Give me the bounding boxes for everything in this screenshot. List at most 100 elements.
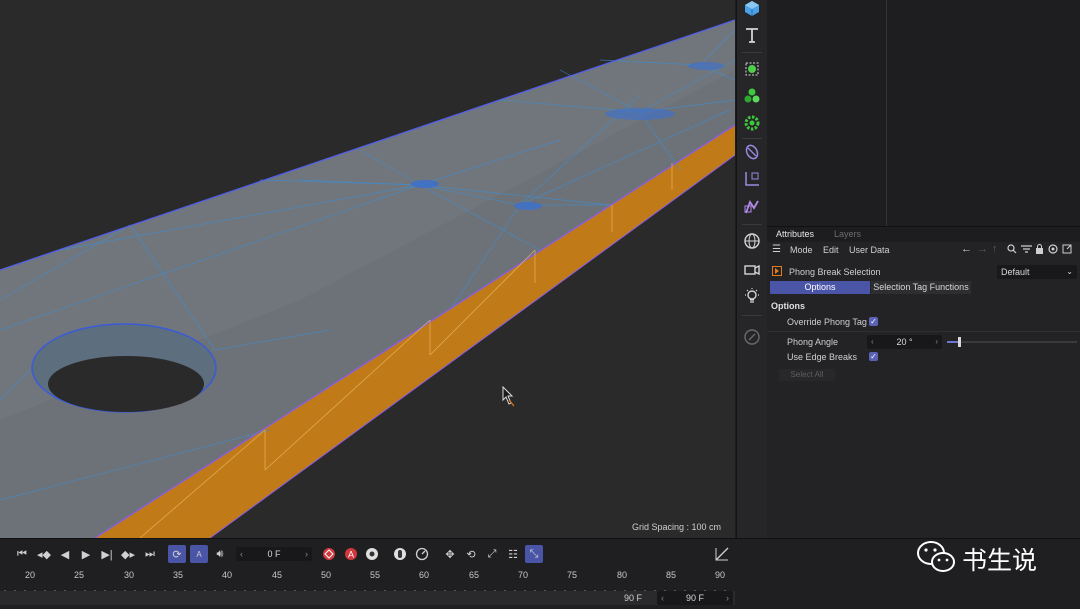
up-arrow-icon[interactable]: ↑	[992, 243, 998, 255]
ruler-label: 75	[567, 570, 578, 580]
next-key-icon[interactable]: ◆▸	[119, 545, 137, 563]
new-window-icon[interactable]	[1062, 244, 1072, 256]
menu-user-data[interactable]: User Data	[849, 245, 890, 255]
menu-mode[interactable]: Mode	[790, 245, 813, 255]
deformer-icon[interactable]	[741, 141, 763, 163]
filter-icon[interactable]	[1021, 244, 1032, 256]
ruler-label: 90	[715, 570, 726, 580]
attributes-menubar: ☰ Mode Edit User Data ← → ↑	[767, 242, 1080, 260]
edge-breaks-label: Use Edge Breaks	[787, 352, 858, 362]
play-icon[interactable]: ▶	[77, 545, 95, 563]
key-parameter-icon[interactable]: ☷	[504, 545, 522, 563]
grid-spacing-label: Grid Spacing : 100 cm	[631, 522, 721, 532]
render-icon[interactable]	[741, 326, 763, 348]
section-title: Options	[771, 301, 805, 311]
ruler-label: 85	[666, 570, 677, 580]
record-keyframe-icon[interactable]	[320, 545, 338, 563]
generator-gear-icon[interactable]	[741, 112, 763, 134]
subtab-options[interactable]: Options	[770, 281, 870, 294]
override-phong-checkbox[interactable]: ✓	[869, 317, 878, 326]
previous-frame-icon[interactable]: ◀	[56, 545, 74, 563]
scene-globe-icon[interactable]	[741, 230, 763, 252]
cube-icon[interactable]	[741, 0, 763, 19]
3d-viewport[interactable]: Grid Spacing : 100 cm	[0, 0, 735, 538]
spline-icon[interactable]	[741, 196, 763, 218]
phong-angle-value: 20 °	[896, 337, 913, 347]
key-scale-icon[interactable]: ⤢	[483, 545, 501, 563]
ruler-label: 80	[617, 570, 628, 580]
tab-attributes[interactable]: Attributes	[776, 229, 814, 239]
end-frame-value: 90 F	[685, 593, 704, 603]
object-manager-panel[interactable]	[767, 0, 1080, 226]
autokey-icon[interactable]: A	[342, 545, 360, 563]
watermark: 书生说	[916, 540, 1056, 579]
current-frame-field[interactable]: ‹ 0 F ›	[236, 547, 312, 561]
edge-breaks-checkbox[interactable]: ✓	[869, 352, 878, 361]
previous-key-icon[interactable]: ◂◆	[35, 545, 53, 563]
ruler-label: 25	[74, 570, 85, 580]
end-decrement-icon[interactable]: ‹	[661, 591, 664, 605]
ruler-label: 65	[469, 570, 480, 580]
subtab-selection-tag-functions[interactable]: Selection Tag Functions	[871, 281, 971, 294]
svg-text:A: A	[348, 550, 354, 560]
light-icon[interactable]	[741, 285, 763, 307]
hole-opening	[48, 356, 204, 412]
override-phong-label: Override Phong Tag	[787, 317, 867, 327]
forward-arrow-icon[interactable]: →	[977, 243, 988, 255]
end-frame-field[interactable]: ‹ 90 F ›	[657, 591, 733, 605]
fcurve-icon[interactable]	[713, 545, 731, 563]
tab-layers[interactable]: Layers	[834, 229, 861, 239]
timeline-ruler[interactable]	[0, 583, 735, 594]
keyframe-settings-icon[interactable]	[363, 545, 381, 563]
key-pla-icon[interactable]: ⤡	[525, 545, 543, 563]
frame-decrement-icon[interactable]: ‹	[240, 547, 243, 561]
select-all-button[interactable]: Select All	[779, 369, 835, 381]
ruler-label: 40	[222, 570, 233, 580]
menu-edit[interactable]: Edit	[823, 245, 839, 255]
current-frame-value: 0 F	[267, 549, 281, 559]
go-to-start-icon[interactable]: ⏮	[13, 545, 31, 563]
phong-angle-field[interactable]: ‹ 20 ° ›	[867, 335, 942, 349]
settings-circle-icon[interactable]	[1048, 244, 1058, 256]
attributes-tabbar: Attributes Layers	[767, 227, 1080, 242]
decrement-arrow-icon[interactable]: ‹	[871, 335, 874, 349]
text-icon[interactable]	[741, 24, 763, 46]
key-move-icon[interactable]: ✥	[441, 545, 459, 563]
wechat-logo-icon	[916, 540, 956, 579]
search-icon[interactable]	[1007, 244, 1017, 256]
key-position-icon[interactable]	[391, 545, 409, 563]
next-frame-icon[interactable]: ▶︎|	[98, 545, 116, 563]
watermark-text: 书生说	[962, 546, 1038, 575]
go-to-end-icon[interactable]: ⏭	[141, 545, 159, 563]
ruler-label: 70	[518, 570, 529, 580]
chevron-down-icon: ⌄	[1066, 267, 1073, 276]
viewport-scene	[0, 19, 735, 538]
ruler-label: 35	[173, 570, 184, 580]
phong-angle-label: Phong Angle	[787, 337, 839, 347]
selection-tag-icon	[772, 266, 782, 278]
camera-icon[interactable]	[741, 258, 763, 280]
frame-increment-icon[interactable]: ›	[305, 547, 308, 561]
loop-icon[interactable]: ⟳	[168, 545, 186, 563]
attributes-panel: Attributes Layers ☰ Mode Edit User Data …	[767, 226, 1080, 539]
end-increment-icon[interactable]: ›	[726, 591, 729, 605]
key-rotate-icon[interactable]: ⟲	[462, 545, 480, 563]
sound-icon[interactable]: 🔊︎	[211, 545, 229, 563]
ruler-label: 20	[25, 570, 36, 580]
null-object-icon[interactable]	[741, 58, 763, 80]
object-name: Phong Break Selection	[789, 267, 881, 277]
back-arrow-icon[interactable]: ←	[961, 243, 972, 255]
preset-dropdown[interactable]: Default ⌄	[997, 265, 1077, 279]
increment-arrow-icon[interactable]: ›	[935, 335, 938, 349]
lock-icon[interactable]	[1035, 244, 1044, 256]
slider-handle[interactable]	[958, 337, 961, 347]
phong-angle-slider[interactable]	[947, 337, 1077, 347]
ruler-label: 50	[321, 570, 332, 580]
hamburger-menu-icon[interactable]: ☰	[772, 244, 781, 255]
cloner-icon[interactable]	[741, 85, 763, 107]
fps-icon[interactable]: A	[190, 545, 208, 563]
object-palette-sidebar	[736, 0, 767, 538]
preset-value: Default	[1001, 267, 1030, 277]
field-icon[interactable]	[741, 168, 763, 190]
key-rotation-icon[interactable]	[413, 545, 431, 563]
